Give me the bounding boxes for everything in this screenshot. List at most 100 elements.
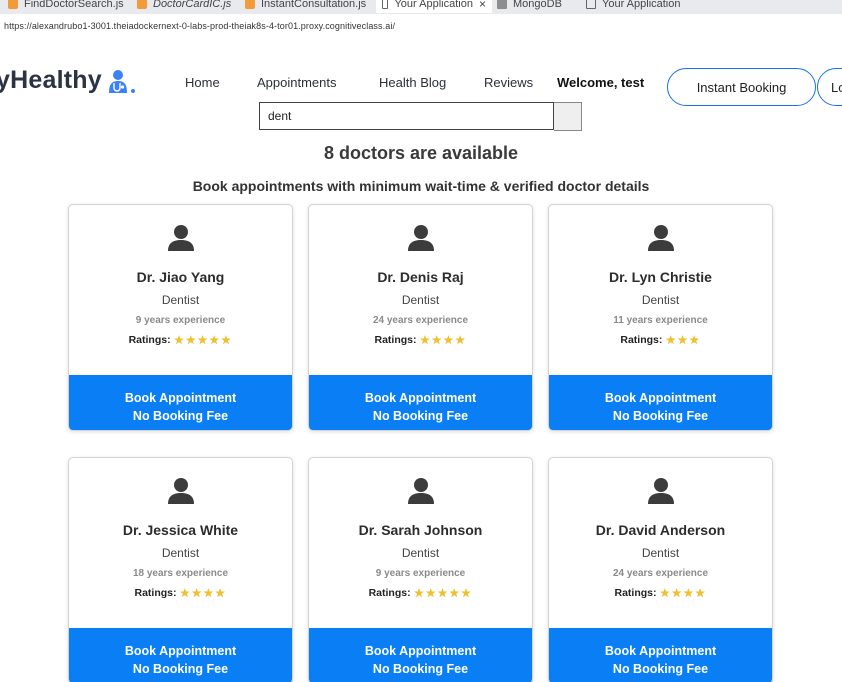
star-icon: ★★★★ [659,586,707,600]
nav-reviews[interactable]: Reviews [484,75,533,90]
doctor-ratings: Ratings: ★★★★ [549,586,772,600]
tab-label: Your Application [394,0,473,10]
star-icon: ★★★ [665,333,701,347]
nav-home[interactable]: Home [185,75,220,90]
user-icon [408,225,434,251]
book-appointment-button[interactable]: Book Appointment No Booking Fee [309,628,532,682]
doctor-speciality: Dentist [641,546,680,560]
doctor-speciality: Dentist [641,293,680,307]
doctor-speciality: Dentist [401,293,440,307]
database-icon [497,0,507,9]
doctor-ratings: Ratings: ★★★ [549,333,772,347]
doctor-ratings: Ratings: ★★★★★ [69,333,292,347]
ratings-label: Ratings: [128,334,171,346]
js-file-icon [137,0,147,9]
book-appointment-button[interactable]: Book Appointment No Booking Fee [309,375,532,430]
doctor-name: Dr. Sarah Johnson [358,522,483,538]
browser-tab[interactable]: MongoDB [497,0,562,13]
doctor-card: Dr. Denis Raj Dentist 24 years experience R… [308,204,533,431]
user-icon [168,478,194,504]
browser-tab[interactable]: Your Application [586,0,681,13]
close-tab-icon[interactable]: × [479,0,486,13]
book-appointment-label: Book Appointment [604,391,717,405]
user-icon [648,478,674,504]
no-booking-fee-label: No Booking Fee [372,409,469,423]
instant-booking-button[interactable]: Instant Booking [667,68,816,106]
star-icon: ★★★★★ [173,333,233,347]
doctor-icon [108,69,135,93]
star-icon: ★★★★ [419,333,467,347]
doctor-experience: 24 years experience [372,315,469,326]
doctor-ratings: Ratings: ★★★★ [69,586,292,600]
tab-label: Your Application [602,0,681,10]
star-icon: ★★★★ [179,586,227,600]
doctor-name: Dr. David Anderson [595,522,726,538]
doctor-experience: 9 years experience [375,568,466,579]
doctor-name: Dr. Denis Raj [377,269,464,285]
doctor-ratings: Ratings: ★★★★ [309,333,532,347]
nav-appointments[interactable]: Appointments [257,75,337,90]
logo-text: yHealthy [0,66,102,94]
ratings-label: Ratings: [614,587,657,599]
doctor-speciality: Dentist [401,546,440,560]
no-booking-fee-label: No Booking Fee [132,662,229,676]
no-booking-fee-label: No Booking Fee [612,409,709,423]
ratings-label: Ratings: [374,334,417,346]
browser-tab[interactable]: InstantConsultation.js [245,0,366,13]
doctor-name: Dr. Lyn Christie [609,269,712,285]
doctor-search-input[interactable] [259,102,554,130]
tab-label: DoctorCardIC.js [153,0,232,10]
book-appointment-label: Book Appointment [124,391,237,405]
doctor-card: Dr. Jiao Yang Dentist 9 years experience Ra… [68,204,293,431]
welcome-text: Welcome, test [557,75,645,90]
doctor-name: Dr. Jessica White [122,522,239,538]
tab-label: FindDoctorSearch.js [24,0,124,10]
site-logo[interactable]: yHealthy [0,66,136,95]
doctor-card: Dr. Lyn Christie Dentist 11 years experien… [548,204,773,431]
book-appointment-button[interactable]: Book Appointment No Booking Fee [549,375,772,430]
doctor-experience: 24 years experience [612,568,709,579]
js-file-icon [245,0,255,9]
login-button[interactable]: Lo [817,68,842,106]
user-icon [408,478,434,504]
user-icon [168,225,194,251]
book-appointment-button[interactable]: Book Appointment No Booking Fee [69,375,292,430]
js-file-icon [8,0,18,9]
ratings-label: Ratings: [620,334,663,346]
book-appointment-label: Book Appointment [364,644,477,658]
no-booking-fee-label: No Booking Fee [372,662,469,676]
ratings-label: Ratings: [134,587,177,599]
page-icon [382,0,389,9]
book-appointment-label: Book Appointment [604,644,717,658]
browser-tab[interactable]: FindDoctorSearch.js [8,0,124,13]
book-appointment-button[interactable]: Book Appointment No Booking Fee [549,628,772,682]
user-icon [648,225,674,251]
book-appointment-label: Book Appointment [364,391,477,405]
doctor-card: Dr. Jessica White Dentist 18 years experie… [68,457,293,682]
tab-label: MongoDB [513,0,562,10]
book-appointment-label: Book Appointment [124,644,237,658]
no-booking-fee-label: No Booking Fee [612,662,709,676]
no-booking-fee-label: No Booking Fee [132,409,229,423]
browser-tab[interactable]: DoctorCardIC.js [137,0,231,13]
browser-tab-active[interactable]: Your Application × [376,0,492,13]
doctor-card: Dr. Sarah Johnson Dentist 9 years experien… [308,457,533,682]
doctor-speciality: Dentist [161,293,200,307]
browser-tab-strip: FindDoctorSearch.js DoctorCardIC.js Inst… [0,0,842,14]
page-icon [586,0,596,9]
address-bar-url[interactable]: https://alexandrubo1-3001.theiadockernex… [4,21,395,31]
tab-label: InstantConsultation.js [261,0,367,10]
doctor-experience: 11 years experience [613,315,708,326]
page-subtitle: Book appointments with minimum wait-time… [192,178,650,194]
doctor-ratings: Ratings: ★★★★★ [309,586,532,600]
doctor-experience: 18 years experience [132,568,229,579]
doctor-count-heading: 8 doctors are available [323,143,519,163]
doctor-experience: 9 years experience [135,315,226,326]
doctor-card: Dr. David Anderson Dentist 24 years experi… [548,457,773,682]
search-button[interactable] [554,102,582,131]
doctor-name: Dr. Jiao Yang [136,269,225,285]
book-appointment-button[interactable]: Book Appointment No Booking Fee [69,628,292,682]
doctor-speciality: Dentist [161,546,200,560]
nav-health-blog[interactable]: Health Blog [379,75,446,90]
star-icon: ★★★★★ [413,586,473,600]
